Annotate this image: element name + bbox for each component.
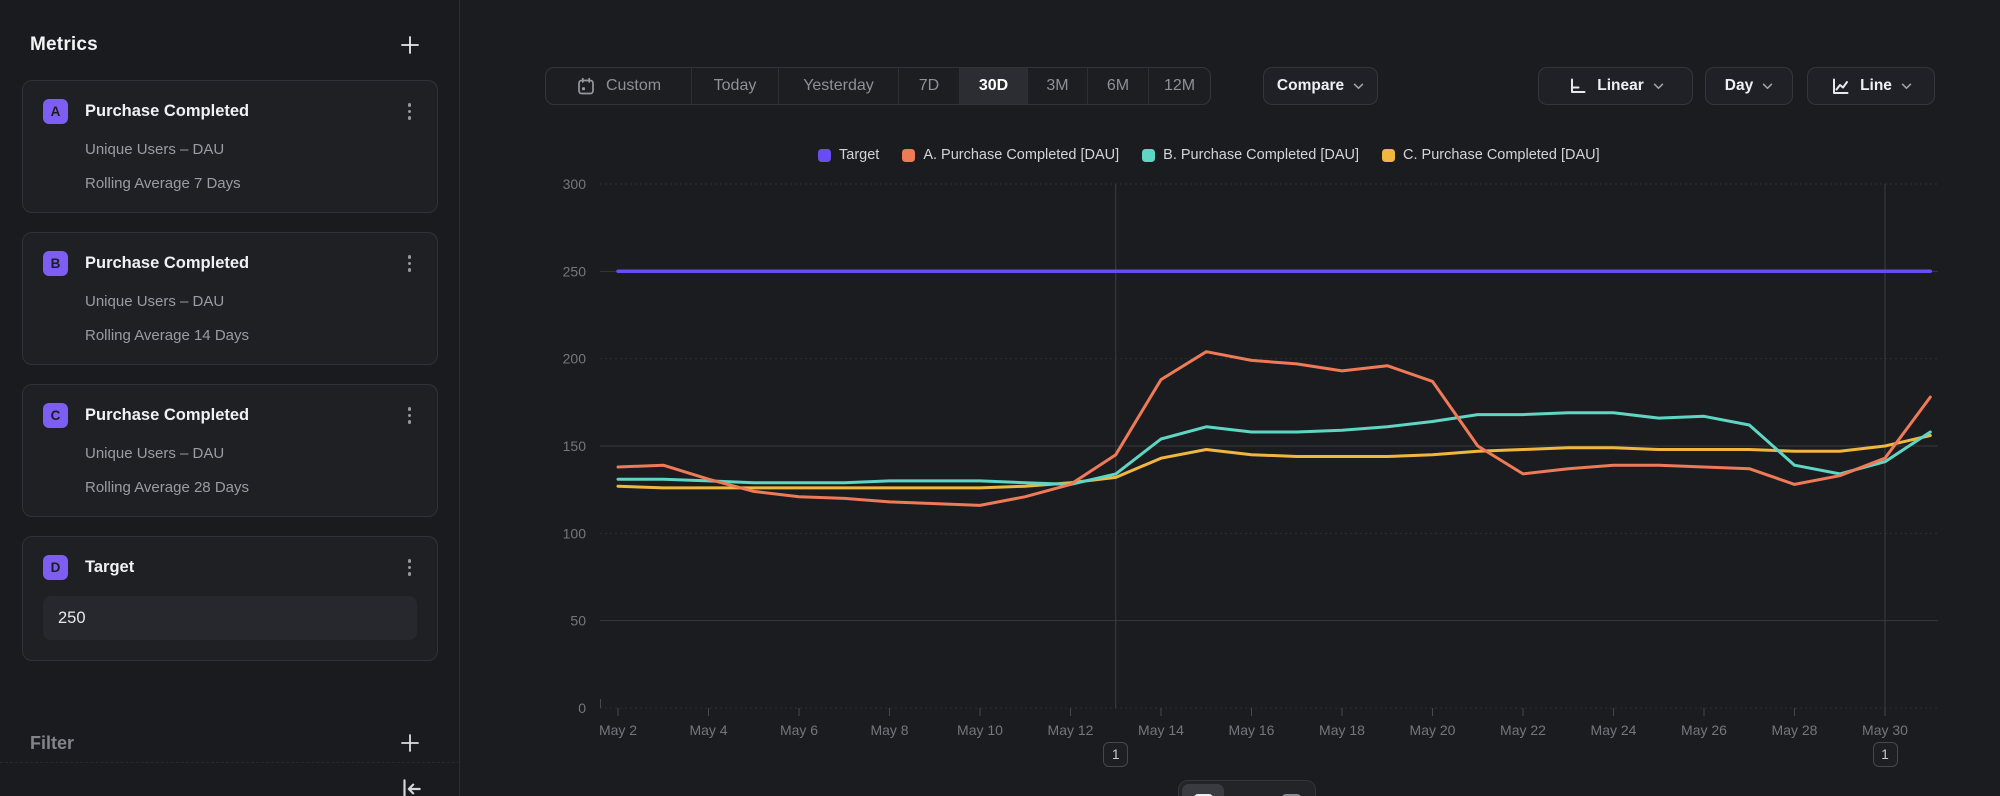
svg-text:May 28: May 28: [1772, 722, 1818, 738]
svg-text:200: 200: [563, 351, 587, 367]
svg-text:100: 100: [563, 525, 587, 541]
svg-text:May 22: May 22: [1500, 722, 1546, 738]
svg-text:May 8: May 8: [870, 722, 908, 738]
svg-text:150: 150: [563, 438, 587, 454]
svg-text:May 6: May 6: [780, 722, 818, 738]
chart-view-toggle-group: [1178, 780, 1316, 796]
svg-text:May 16: May 16: [1229, 722, 1275, 738]
svg-text:May 12: May 12: [1048, 722, 1094, 738]
line-chart: 0 50 100 150 200 250 300 May 2 May 4 May 6 May 8 Ma…: [0, 0, 2000, 796]
svg-text:May 14: May 14: [1138, 722, 1184, 738]
svg-text:0: 0: [578, 700, 586, 716]
view-option-2-button[interactable]: [1226, 784, 1268, 796]
svg-text:May 10: May 10: [957, 722, 1003, 738]
svg-text:May 20: May 20: [1410, 722, 1456, 738]
svg-text:May 18: May 18: [1319, 722, 1365, 738]
svg-text:300: 300: [563, 176, 587, 192]
svg-text:May 2: May 2: [599, 722, 637, 738]
svg-text:50: 50: [570, 613, 586, 629]
svg-text:May 26: May 26: [1681, 722, 1727, 738]
metrics-dashboard: Metrics A Purchase Completed Unique User…: [0, 0, 2000, 796]
svg-text:May 30: May 30: [1862, 722, 1908, 738]
svg-text:May 24: May 24: [1591, 722, 1637, 738]
view-option-3-button[interactable]: [1270, 784, 1312, 796]
svg-text:250: 250: [563, 263, 587, 279]
svg-text:May 4: May 4: [689, 722, 727, 738]
annotation-badge[interactable]: 1: [1873, 742, 1898, 767]
annotation-badge[interactable]: 1: [1103, 742, 1128, 767]
view-option-1-button[interactable]: [1182, 784, 1224, 796]
